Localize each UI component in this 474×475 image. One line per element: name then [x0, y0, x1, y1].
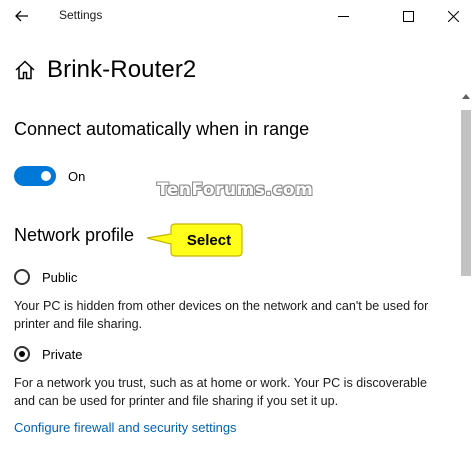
- private-radio-button[interactable]: [14, 346, 30, 362]
- page-header: Brink-Router2: [14, 54, 196, 86]
- private-description: For a network you trust, such as at home…: [14, 376, 427, 408]
- public-description: Your PC is hidden from other devices on …: [14, 299, 429, 331]
- toggle-state-label: On: [68, 168, 86, 184]
- private-radio-option[interactable]: Private: [14, 346, 82, 362]
- scroll-up-button[interactable]: [458, 88, 474, 104]
- back-arrow-icon: [15, 10, 28, 22]
- title-bar: Settings: [0, 0, 474, 32]
- private-radio-label: Private: [42, 346, 83, 362]
- close-icon: [447, 10, 459, 22]
- public-radio-option[interactable]: Public: [14, 269, 77, 285]
- back-button[interactable]: [8, 4, 36, 28]
- minimize-button[interactable]: [320, 0, 366, 32]
- settings-window: Settings Brink-Router2 Connect automatic…: [0, 0, 474, 475]
- minimize-icon: [337, 15, 349, 17]
- callout-label: Select: [186, 231, 232, 249]
- connect-automatically-toggle[interactable]: [14, 166, 56, 186]
- select-callout: Select: [144, 222, 244, 258]
- vertical-scrollbar[interactable]: [458, 88, 474, 475]
- page-title: Brink-Router2: [47, 56, 197, 83]
- home-icon: [15, 60, 35, 80]
- network-profile-heading: Network profile: [14, 225, 135, 245]
- connect-automatically-heading: Connect automatically when in range: [14, 119, 310, 139]
- toggle-knob: [41, 171, 51, 181]
- maximize-icon: [402, 10, 414, 22]
- configure-firewall-link[interactable]: Configure firewall and security settings: [14, 420, 237, 435]
- scroll-up-icon: [462, 93, 470, 99]
- connect-automatically-toggle-row: On: [14, 166, 85, 186]
- public-radio-label: Public: [42, 269, 78, 285]
- window-title: Settings: [59, 8, 103, 22]
- watermark: TenForums.com: [157, 180, 314, 200]
- maximize-button[interactable]: [385, 0, 431, 32]
- scroll-thumb[interactable]: [461, 110, 471, 276]
- public-radio-button[interactable]: [14, 269, 30, 285]
- close-button[interactable]: [430, 0, 474, 32]
